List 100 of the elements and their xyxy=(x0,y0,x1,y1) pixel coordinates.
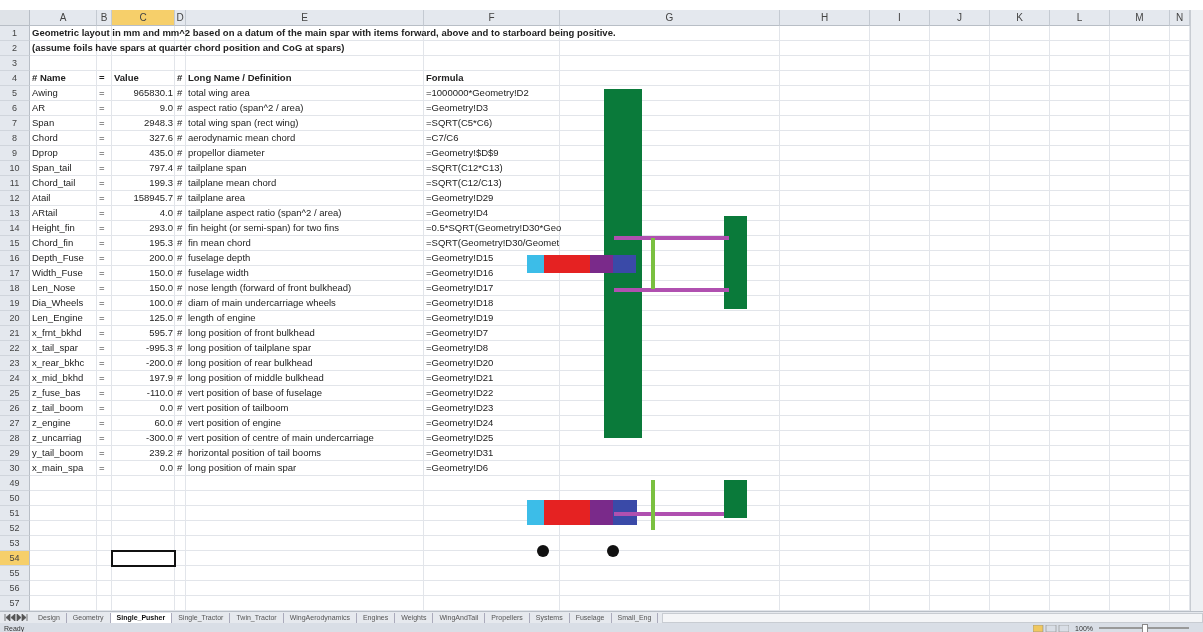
table-cell-text: # xyxy=(176,401,184,415)
row-header[interactable]: 11 xyxy=(0,176,30,191)
row-header[interactable]: 21 xyxy=(0,326,30,341)
table-cell-text: horizontal position of tail booms xyxy=(187,446,323,460)
table-cell-text: aerodynamic mean chord xyxy=(187,131,297,145)
column-header[interactable]: L xyxy=(1050,10,1110,26)
row-header[interactable]: 1 xyxy=(0,26,30,41)
row-header[interactable]: 51 xyxy=(0,506,30,521)
row-header[interactable]: 4 xyxy=(0,71,30,86)
table-cell-text: = xyxy=(98,416,106,430)
row-header[interactable]: 26 xyxy=(0,401,30,416)
column-header[interactable]: F xyxy=(424,10,560,26)
horizontal-scrollbar[interactable] xyxy=(662,612,1203,623)
row-header[interactable]: 15 xyxy=(0,236,30,251)
table-cell-text: =Geometry!D24 xyxy=(425,416,494,430)
column-header[interactable]: C xyxy=(112,10,175,26)
table-cell-text: = xyxy=(98,326,106,340)
table-cell-text: x_tail_spar xyxy=(31,341,79,355)
table-cell-text: = xyxy=(98,266,106,280)
column-header[interactable]: K xyxy=(990,10,1050,26)
column-header[interactable]: G xyxy=(560,10,780,26)
table-cell-text: tailplane span xyxy=(187,161,248,175)
column-header[interactable]: M xyxy=(1110,10,1170,26)
table-cell-text: vert position of tailboom xyxy=(187,401,290,415)
view-buttons-icon[interactable] xyxy=(1033,624,1070,632)
row-header[interactable]: 29 xyxy=(0,446,30,461)
row-header[interactable]: 55 xyxy=(0,566,30,581)
row-header[interactable]: 53 xyxy=(0,536,30,551)
column-header[interactable]: N xyxy=(1170,10,1190,26)
row-header[interactable]: 19 xyxy=(0,296,30,311)
table-cell-text: 197.9 xyxy=(148,371,174,385)
table-cell-text: z_tail_boom xyxy=(31,401,85,415)
column-header[interactable]: H xyxy=(780,10,870,26)
column-header[interactable]: E xyxy=(186,10,424,26)
table-cell-text: =Geometry!D16 xyxy=(425,266,494,280)
table-cell-text: # xyxy=(176,236,184,250)
row-header[interactable]: 3 xyxy=(0,56,30,71)
row-header[interactable]: 6 xyxy=(0,101,30,116)
table-cell-text: Atail xyxy=(31,191,52,205)
table-cell-text: # xyxy=(176,311,184,325)
table-cell-text: x_main_spa xyxy=(31,461,85,475)
table-cell-text: =C7/C6 xyxy=(425,131,459,145)
table-cell-text: = xyxy=(98,221,106,235)
table-cell-text: # xyxy=(176,131,184,145)
table-cell-text: 125.0 xyxy=(148,311,174,325)
table-cell-text: = xyxy=(98,86,106,100)
vertical-scrollbar[interactable] xyxy=(1190,10,1203,611)
row-header[interactable]: 25 xyxy=(0,386,30,401)
slider-thumb[interactable] xyxy=(1142,624,1148,632)
row-header[interactable]: 2 xyxy=(0,41,30,56)
row-header[interactable]: 9 xyxy=(0,146,30,161)
table-cell-text: # xyxy=(176,341,184,355)
column-header[interactable]: J xyxy=(930,10,990,26)
row-header[interactable]: 14 xyxy=(0,221,30,236)
table-cell-text: # xyxy=(176,206,184,220)
table-cell-text: tailplane area xyxy=(187,191,247,205)
table-cell-text: x_mid_bkhd xyxy=(31,371,85,385)
table-cell-text: Len_Engine xyxy=(31,311,84,325)
row-header[interactable]: 12 xyxy=(0,191,30,206)
row-header[interactable]: 18 xyxy=(0,281,30,296)
row-header[interactable]: 30 xyxy=(0,461,30,476)
table-cell-text: long position of middle bulkhead xyxy=(187,371,325,385)
table-cell-text: =Geometry!D3 xyxy=(425,101,489,115)
row-header[interactable]: 49 xyxy=(0,476,30,491)
table-cell-text: 965830.1 xyxy=(132,86,174,100)
row-header[interactable]: 20 xyxy=(0,311,30,326)
column-header[interactable]: A xyxy=(30,10,97,26)
row-header[interactable]: 22 xyxy=(0,341,30,356)
selected-cell[interactable] xyxy=(111,550,176,567)
row-header[interactable]: 24 xyxy=(0,371,30,386)
row-header[interactable]: 17 xyxy=(0,266,30,281)
row-header[interactable]: 50 xyxy=(0,491,30,506)
row-header[interactable]: 10 xyxy=(0,161,30,176)
table-cell-text: 0.0 xyxy=(158,461,174,475)
row-header[interactable]: 52 xyxy=(0,521,30,536)
table-cell-text: 60.0 xyxy=(153,416,174,430)
row-header[interactable]: 8 xyxy=(0,131,30,146)
table-cell-text: # xyxy=(176,431,184,445)
table-cell-text: Value xyxy=(113,71,140,85)
row-header[interactable]: 7 xyxy=(0,116,30,131)
table-cell-text: 9.0 xyxy=(158,101,174,115)
table-cell-text: = xyxy=(98,176,106,190)
column-header[interactable]: I xyxy=(870,10,930,26)
table-cell-text: # xyxy=(176,281,184,295)
row-header[interactable]: 57 xyxy=(0,596,30,611)
table-cell-text: =Geometry!D21 xyxy=(425,371,494,385)
row-header[interactable]: 54 xyxy=(0,551,30,566)
row-header[interactable]: 16 xyxy=(0,251,30,266)
table-cell-text: # xyxy=(176,446,184,460)
table-cell-text: aspect ratio (span^2 / area) xyxy=(187,101,305,115)
row-header[interactable]: 28 xyxy=(0,431,30,446)
column-header[interactable]: D xyxy=(175,10,186,26)
table-cell-text: total wing span (rect wing) xyxy=(187,116,300,130)
row-header[interactable]: 5 xyxy=(0,86,30,101)
column-header[interactable]: B xyxy=(97,10,112,26)
row-header[interactable]: 56 xyxy=(0,581,30,596)
row-header[interactable]: 13 xyxy=(0,206,30,221)
row-header[interactable]: 23 xyxy=(0,356,30,371)
table-cell-text: = xyxy=(98,281,106,295)
row-header[interactable]: 27 xyxy=(0,416,30,431)
